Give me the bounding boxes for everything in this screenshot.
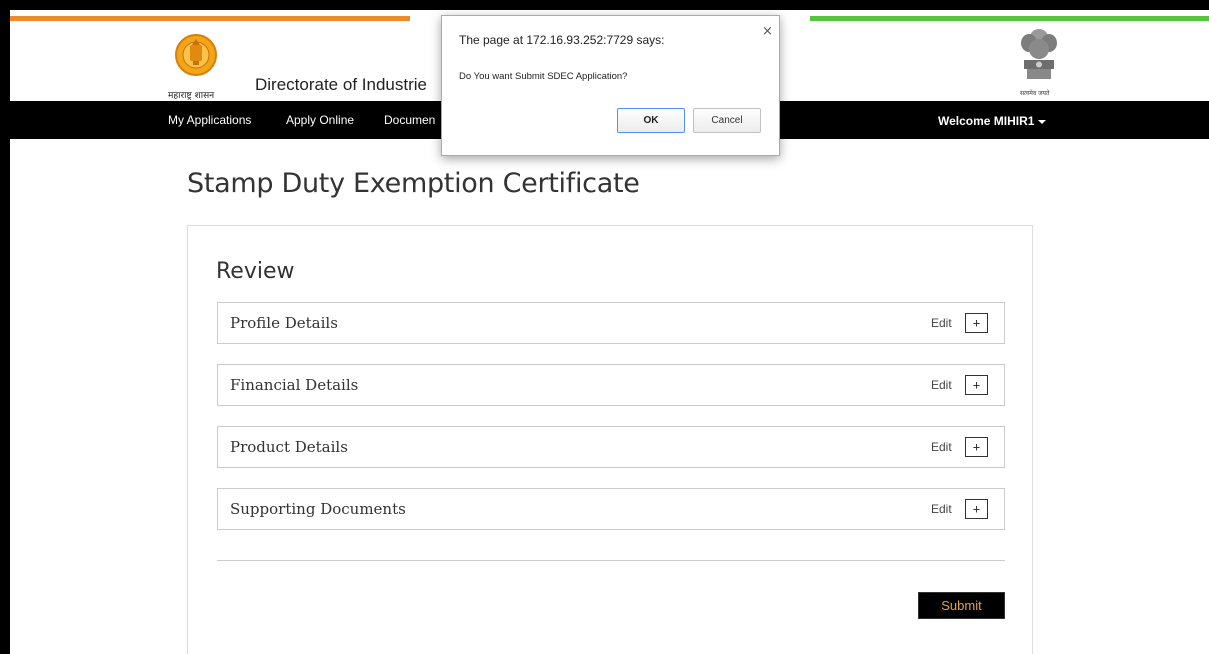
section-label: Profile Details (230, 314, 338, 332)
edit-link[interactable]: Edit (931, 316, 952, 330)
user-menu[interactable]: Welcome MIHIR1 (938, 114, 1047, 128)
review-card: Review Profile Details Edit + Financial … (187, 225, 1033, 654)
state-caption: महाराष्ट्र शासन (168, 91, 215, 101)
expand-plus-icon[interactable]: + (965, 375, 988, 395)
cancel-button[interactable]: Cancel (693, 108, 761, 133)
review-heading: Review (216, 259, 295, 284)
page-title: Stamp Duty Exemption Certificate (187, 168, 640, 199)
section-profile-details[interactable]: Profile Details Edit + (217, 302, 1005, 344)
close-icon[interactable]: × (762, 24, 773, 39)
national-emblem-icon (1021, 29, 1057, 79)
dialog-message: Do You want Submit SDEC Application? (459, 71, 628, 82)
section-product-details[interactable]: Product Details Edit + (217, 426, 1005, 468)
section-financial-details[interactable]: Financial Details Edit + (217, 364, 1005, 406)
expand-plus-icon[interactable]: + (965, 499, 988, 519)
expand-plus-icon[interactable]: + (965, 437, 988, 457)
department-title: Directorate of Industrie (255, 75, 427, 94)
welcome-label: Welcome MIHIR1 (938, 114, 1035, 128)
window-frame-top (0, 0, 1209, 10)
emblem-caption: सत्यमेव जयते (1020, 90, 1050, 97)
section-label: Financial Details (230, 376, 359, 394)
section-label: Product Details (230, 438, 348, 456)
section-supporting-documents[interactable]: Supporting Documents Edit + (217, 488, 1005, 530)
ok-button[interactable]: OK (617, 108, 685, 133)
section-label: Supporting Documents (230, 500, 406, 518)
maharashtra-seal-icon (175, 34, 217, 76)
dialog-title: The page at 172.16.93.252:7729 says: (459, 33, 665, 47)
edit-link[interactable]: Edit (931, 440, 952, 454)
expand-plus-icon[interactable]: + (965, 313, 988, 333)
edit-link[interactable]: Edit (931, 378, 952, 392)
nav-my-applications[interactable]: My Applications (168, 113, 251, 127)
submit-button[interactable]: Submit (918, 592, 1005, 619)
caret-down-icon (1038, 119, 1047, 124)
confirm-dialog: The page at 172.16.93.252:7729 says: × D… (441, 15, 780, 156)
window-frame-left (0, 0, 10, 654)
nav-apply-online[interactable]: Apply Online (286, 113, 354, 127)
form-divider (217, 560, 1005, 561)
edit-link[interactable]: Edit (931, 502, 952, 516)
nav-documents[interactable]: Documen (384, 113, 435, 127)
